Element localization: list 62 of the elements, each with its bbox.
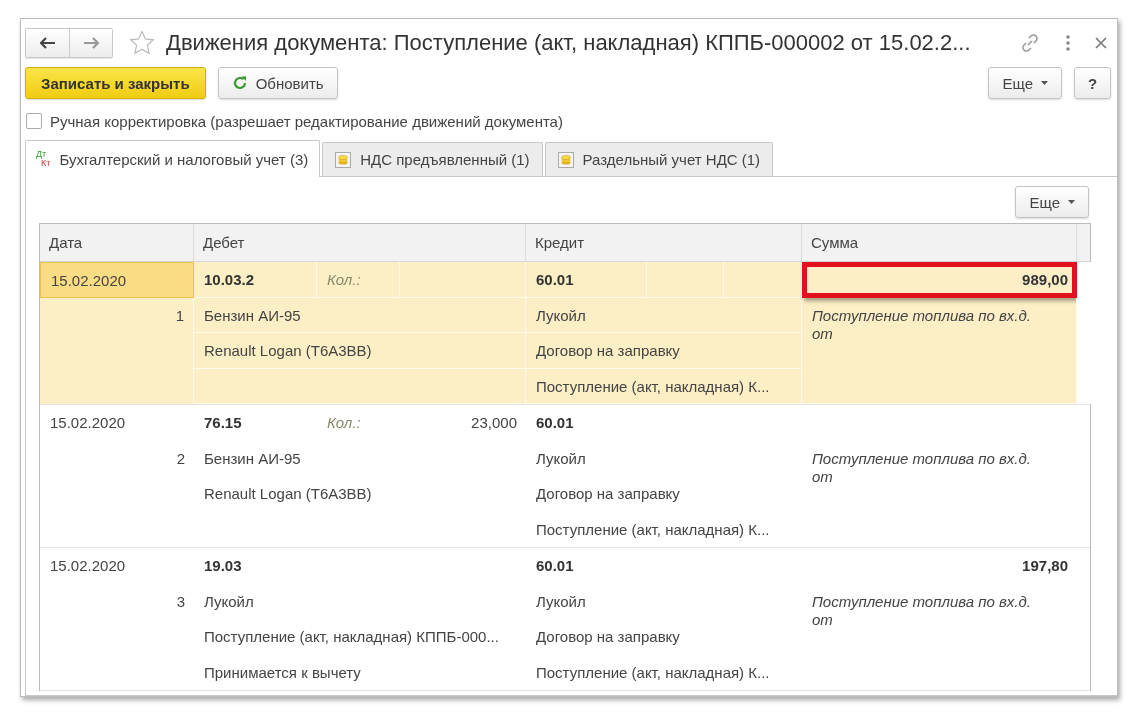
back-button[interactable] [26,29,69,57]
right-arrow-icon [83,37,99,49]
refresh-button[interactable]: Обновить [217,67,338,99]
table-cell-text: 19.03 [203,556,243,576]
link-icon [1019,32,1041,54]
more-icon [1065,34,1071,52]
table-cell-text: 76.15 [203,413,243,433]
table-cell-text: Бензин АИ-95 [203,448,302,469]
table-cell: Договор на заправку [526,333,802,369]
column-header[interactable]: Дата [40,224,194,261]
window-title: Движения документа: Поступление (акт, накладная) КППБ-000002 от 15.02.2... [166,30,972,56]
table-cell-text: Поступление топлива по вх.д. от [811,448,1032,487]
caret-icon [1068,200,1075,204]
table-cell-text: Поступление (акт, накладная) К... [535,519,771,540]
save-close-button[interactable]: Записать и закрыть [25,67,206,99]
table-cell: 15.02.2020 [40,262,194,298]
table-cell-text: Поступление топлива по вх.д. от [811,591,1032,630]
table-cell-text: Кол.: [326,413,362,433]
star-icon[interactable] [129,30,155,56]
table-cell-text: Лукойл [203,591,255,612]
refresh-icon [231,75,248,91]
table-cell-text: 197,80 [1021,556,1069,576]
tab[interactable]: Раздельный учет НДС (1) [544,142,774,176]
table-cell-text: Лукойл [535,591,587,612]
table-cell-text: Поступление (акт, накладная) К... [535,662,771,683]
table-cell-text: Поступление (акт, накладная) КППБ-000... [203,627,500,647]
debit-credit-icon: Дт Кт [36,150,51,168]
table-cell: Кол.: [317,262,400,298]
column-header[interactable]: Дебет [194,224,526,261]
checkbox-label: Ручная корректировка (разрешает редактирование движений документа) [50,112,563,130]
table-cell: 10.03.2 [194,262,317,298]
table-cell: Лукойл [526,297,802,333]
table-cell-text: Договор на заправку [535,627,681,647]
table-cell: Бензин АИ-95 [194,297,526,333]
table-cell-text: 15.02.2020 [49,413,127,433]
left-arrow-icon [39,37,56,49]
table-cell-text: 3 [175,591,186,612]
coins-icon [335,151,352,168]
table-cell-text: 15.02.2020 [49,556,127,576]
table-cell: 1 [40,297,194,404]
more-button[interactable]: Еще [988,67,1062,99]
table-cell: 989,00 [802,262,1077,298]
more-button[interactable]: Еще [1015,186,1089,218]
caret-icon [1041,81,1048,85]
table-cell: Renault Logan (T6A3BB) [194,333,526,369]
table-cell-text: Лукойл [535,448,587,469]
coins-icon [557,151,574,168]
table-cell: 60.01 [526,262,647,298]
table-cell-text: 60.01 [535,556,575,576]
table-cell-text: Договор на заправку [535,484,681,504]
column-header[interactable]: Сумма [802,224,1077,261]
close-icon [1095,37,1107,49]
tab[interactable]: НДС предъявленный (1) [322,142,543,176]
table-cell-text: 23,000 [470,413,518,433]
table-cell: Поступление (акт, накладная) К... [526,368,802,404]
table-cell-text: 60.01 [535,413,575,433]
column-header[interactable]: Кредит [526,224,802,261]
help-button[interactable]: ? [1074,67,1111,99]
table-cell-text: Принимается к вычету [203,662,362,683]
checkbox[interactable] [26,113,42,129]
table-cell-text: 2 [175,448,186,469]
table-cell-text: Renault Logan (T6A3BB) [203,484,373,504]
